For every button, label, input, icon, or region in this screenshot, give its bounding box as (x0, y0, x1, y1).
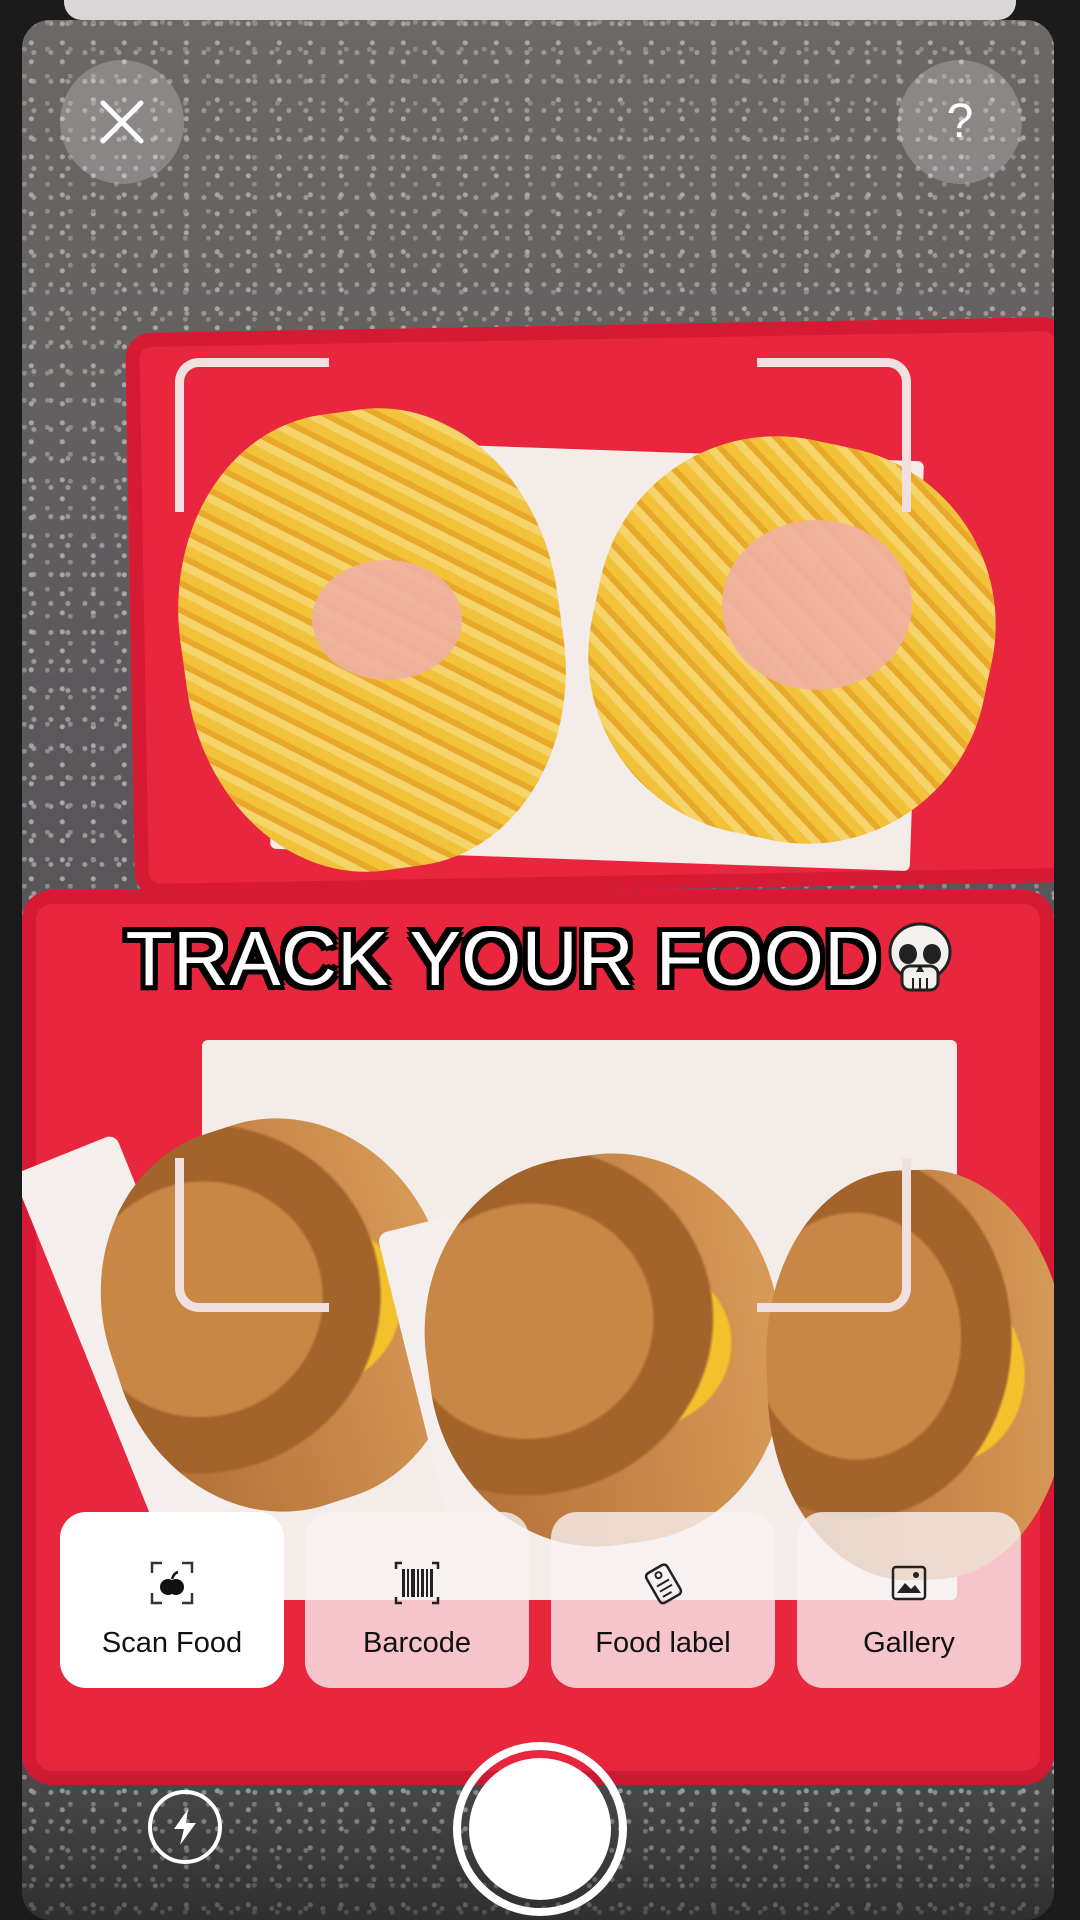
scan-frame-corner (757, 358, 911, 512)
mode-label: Food label (595, 1626, 731, 1659)
food-label-icon (644, 1562, 683, 1604)
mode-label: Gallery (863, 1626, 955, 1659)
video-caption: TRACK YOUR FOOD (0, 915, 1080, 1004)
scan-frame-corner (175, 1158, 329, 1312)
help-icon: ? (946, 95, 974, 148)
scan-food-icon (150, 1561, 194, 1604)
close-icon (100, 100, 144, 144)
shutter-inner (469, 1758, 611, 1900)
close-button[interactable] (60, 60, 184, 184)
scan-frame-corner (757, 1158, 911, 1312)
scan-frame-corner (175, 358, 329, 512)
flash-icon (174, 1809, 196, 1845)
barcode-icon (394, 1561, 440, 1604)
gallery-icon (891, 1565, 927, 1600)
mode-barcode-button[interactable]: Barcode (305, 1512, 529, 1688)
mode-label: Scan Food (101, 1626, 243, 1659)
mode-label: Barcode (362, 1626, 471, 1659)
help-button[interactable]: ? (898, 60, 1022, 184)
sauce-right (722, 520, 912, 690)
sauce-left (312, 560, 462, 680)
caption-text: TRACK YOUR FOOD (125, 916, 881, 1002)
flash-toggle-button[interactable] (148, 1790, 222, 1864)
shutter-button[interactable] (453, 1742, 627, 1916)
top-sheet-handle (64, 0, 1016, 20)
mode-food-label-button[interactable]: Food label (551, 1512, 775, 1688)
skull-emoji-icon (888, 922, 952, 992)
mode-gallery-button[interactable]: Gallery (797, 1512, 1021, 1688)
mode-scan-food-button[interactable]: Scan Food (60, 1512, 284, 1688)
